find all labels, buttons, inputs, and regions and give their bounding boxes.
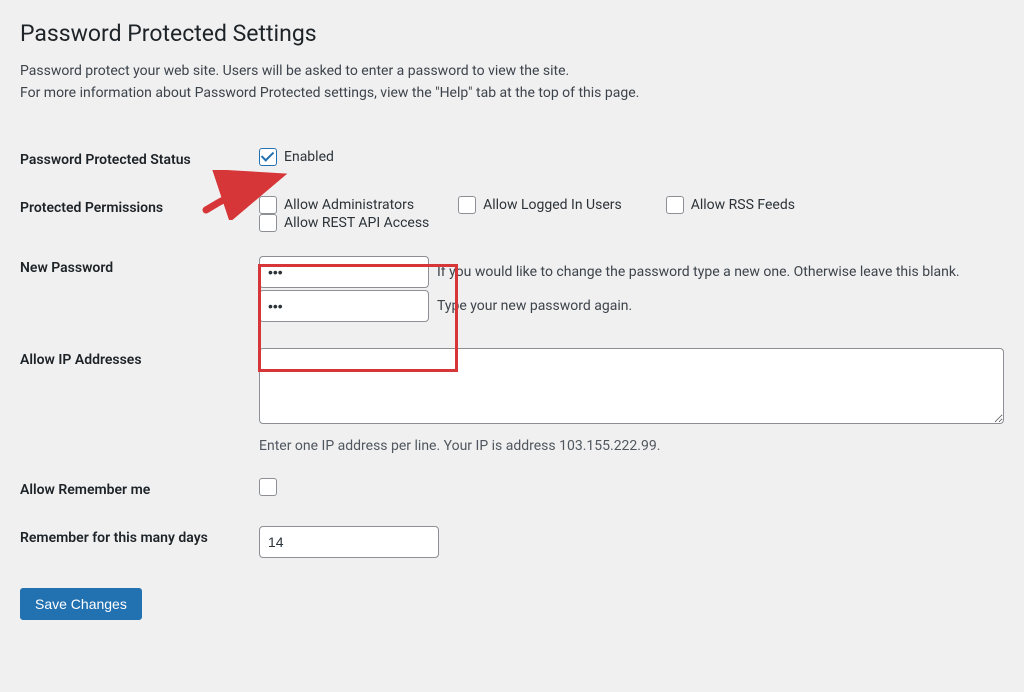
save-changes-button[interactable]: Save Changes: [20, 588, 142, 620]
permission-rss-label: Allow RSS Feeds: [691, 197, 795, 213]
new-password-input[interactable]: [259, 256, 429, 288]
remember-me-label: Allow Remember me: [20, 466, 259, 514]
permissions-label: Protected Permissions: [20, 184, 259, 244]
permission-loggedin-checkbox[interactable]: [458, 196, 476, 214]
permission-loggedin-label: Allow Logged In Users: [483, 197, 622, 213]
status-enabled-checkbox[interactable]: [259, 148, 277, 166]
description-line-2: For more information about Password Prot…: [20, 85, 639, 101]
remember-me-checkbox[interactable]: [259, 478, 277, 496]
settings-page: Password Protected Settings Password pro…: [20, 20, 1004, 620]
remember-days-label: Remember for this many days: [20, 514, 259, 570]
settings-form-table: Password Protected Status Enabled Protec…: [20, 136, 1004, 570]
permissions-group: Allow Administrators Allow Logged In Use…: [259, 196, 1004, 232]
permission-restapi-label: Allow REST API Access: [284, 215, 429, 231]
remember-days-input[interactable]: [259, 526, 439, 558]
permission-admin-label: Allow Administrators: [284, 197, 414, 213]
status-label: Password Protected Status: [20, 136, 259, 184]
new-password-label: New Password: [20, 244, 259, 336]
description-line-1: Password protect your web site. Users wi…: [20, 63, 569, 79]
confirm-password-hint: Type your new password again.: [437, 298, 632, 314]
allow-ip-label: Allow IP Addresses: [20, 336, 259, 466]
page-description: Password protect your web site. Users wi…: [20, 61, 1004, 104]
permission-rss-checkbox[interactable]: [666, 196, 684, 214]
confirm-password-input[interactable]: [259, 290, 429, 322]
permission-restapi-checkbox[interactable]: [259, 214, 277, 232]
page-title: Password Protected Settings: [20, 20, 1004, 47]
status-enabled-label: Enabled: [284, 149, 334, 165]
allow-ip-hint: Enter one IP address per line. Your IP i…: [259, 438, 1004, 454]
new-password-hint: If you would like to change the password…: [437, 264, 960, 280]
permission-admin-checkbox[interactable]: [259, 196, 277, 214]
allow-ip-textarea[interactable]: [259, 348, 1004, 424]
